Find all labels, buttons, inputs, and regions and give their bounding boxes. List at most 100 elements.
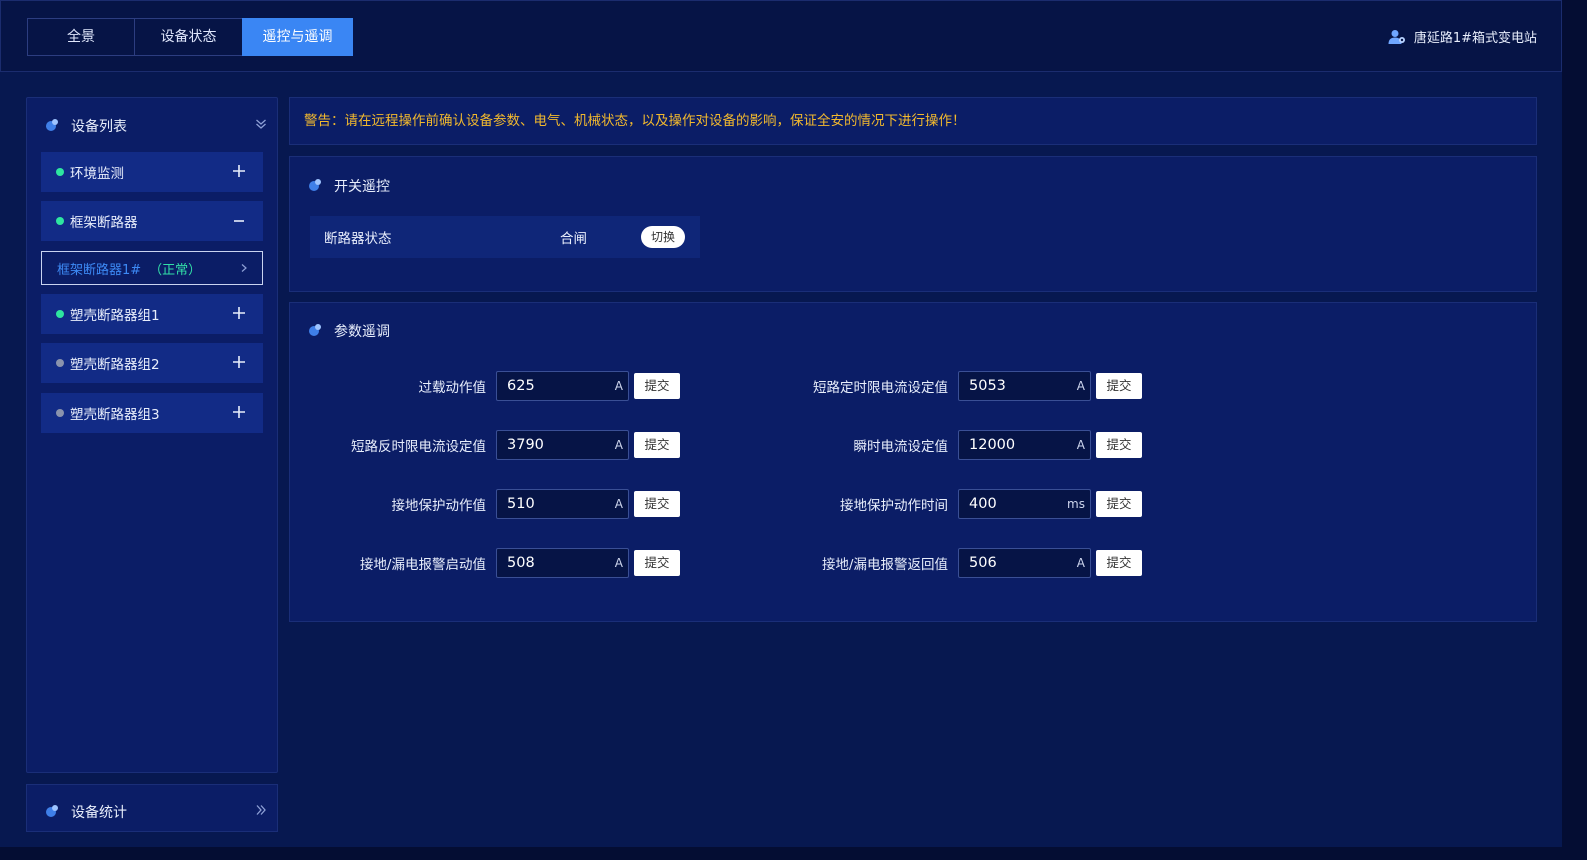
unit-label: ms	[1067, 497, 1085, 511]
sidebar-item-frame-breaker-1[interactable]: 框架断路器1# （正常）	[41, 251, 263, 285]
submit-button[interactable]: 提交	[634, 550, 680, 576]
device-list-title: 设备列表	[71, 119, 127, 135]
sidebar-group-mccb-2[interactable]: 塑壳断路器组2	[41, 343, 263, 383]
warning-banner: 警告：请在远程操作前确认设备参数、电气、机械状态，以及操作对设备的影响，保证全安…	[289, 97, 1537, 145]
device-stats-panel[interactable]: 设备统计	[26, 784, 278, 832]
param-label: 接地保护动作时间	[840, 498, 948, 514]
param-leakage-alarm-start: 接地/漏电报警启动值 A 提交	[280, 548, 680, 578]
expand-plus-icon[interactable]	[231, 404, 247, 420]
ground-pickup-input[interactable]	[497, 490, 628, 518]
chevron-right-icon	[241, 264, 247, 272]
sidebar-group-frame-breaker[interactable]: 框架断路器	[41, 201, 263, 241]
expand-plus-icon[interactable]	[231, 354, 247, 370]
group-label: 塑壳断路器组1	[70, 308, 160, 324]
status-dot	[56, 168, 64, 176]
unit-label: A	[614, 556, 623, 570]
station-name: 唐延路1#箱式变电站	[1413, 31, 1537, 46]
instant-current-input[interactable]	[959, 431, 1090, 459]
device-stats-header: 设备统计	[45, 802, 127, 822]
param-input-wrapper: A	[958, 430, 1091, 460]
panel-bullet-icon	[45, 119, 61, 133]
breaker-status-row: 断路器状态 合闸 切换	[310, 216, 700, 258]
sidebar-group-mccb-3[interactable]: 塑壳断路器组3	[41, 393, 263, 433]
window-edge-bottom	[0, 847, 1587, 860]
param-input-wrapper: A	[496, 548, 629, 578]
param-label: 接地/漏电报警返回值	[821, 557, 948, 573]
sidebar-group-env-monitor[interactable]: 环境监测	[41, 152, 263, 192]
short-definite-current-input[interactable]	[959, 372, 1090, 400]
param-short-definite-current: 短路定时限电流设定值 A 提交	[752, 371, 1142, 401]
top-header: 全景 设备状态 遥控与遥调 唐延路1#箱式变电站	[0, 0, 1562, 72]
group-label: 框架断路器	[70, 215, 138, 231]
status-dot	[56, 359, 64, 367]
group-label: 塑壳断路器组2	[70, 357, 160, 373]
panel-bullet-icon	[308, 179, 324, 193]
group-label: 环境监测	[70, 166, 124, 182]
submit-button[interactable]: 提交	[634, 491, 680, 517]
collapse-minus-icon[interactable]	[231, 212, 247, 228]
submit-button[interactable]: 提交	[1096, 373, 1142, 399]
param-label: 瞬时电流设定值	[853, 439, 949, 455]
param-input-wrapper: A	[958, 371, 1091, 401]
param-overload-pickup: 过载动作值 A 提交	[280, 371, 680, 401]
submit-button[interactable]: 提交	[634, 373, 680, 399]
device-list-header: 设备列表	[45, 116, 127, 136]
expand-chevron-icon[interactable]	[255, 804, 267, 816]
param-label: 过载动作值	[418, 380, 487, 396]
param-ground-pickup: 接地保护动作值 A 提交	[280, 489, 680, 519]
tab-device-status[interactable]: 设备状态	[134, 18, 243, 56]
param-input-wrapper: A	[496, 371, 629, 401]
param-input-wrapper: A	[496, 430, 629, 460]
device-name: 框架断路器1#	[57, 262, 142, 278]
param-leakage-alarm-return: 接地/漏电报警返回值 A 提交	[752, 548, 1142, 578]
param-adjust-header: 参数遥调	[308, 321, 390, 341]
submit-button[interactable]: 提交	[1096, 432, 1142, 458]
param-label: 接地/漏电报警启动值	[359, 557, 486, 573]
unit-label: A	[1076, 556, 1085, 570]
switch-control-panel: 开关遥控 断路器状态 合闸 切换	[289, 156, 1537, 292]
param-short-inverse-current: 短路反时限电流设定值 A 提交	[280, 430, 680, 460]
main-tabs: 全景 设备状态 遥控与遥调	[27, 18, 353, 56]
panel-bullet-icon	[45, 805, 61, 819]
unit-label: A	[1076, 438, 1085, 452]
breaker-status-label: 断路器状态	[324, 231, 392, 247]
submit-button[interactable]: 提交	[1096, 550, 1142, 576]
collapse-chevron-icon[interactable]	[255, 118, 267, 130]
switch-control-header: 开关遥控	[308, 176, 390, 196]
unit-label: A	[614, 379, 623, 393]
device-list-panel: 设备列表 环境监测 框架断路器 框架断路器1# （正常） 塑壳断路器组1 塑壳断…	[26, 97, 278, 773]
breaker-status-value: 合闸	[560, 231, 587, 247]
param-input-wrapper: ms	[958, 489, 1091, 519]
tab-remote-control[interactable]: 遥控与遥调	[242, 18, 353, 56]
window-edge	[1562, 0, 1587, 860]
leakage-alarm-return-input[interactable]	[959, 549, 1090, 577]
expand-plus-icon[interactable]	[231, 163, 247, 179]
device-stats-title: 设备统计	[71, 805, 127, 821]
switch-control-title: 开关遥控	[334, 179, 390, 195]
station-info[interactable]: 唐延路1#箱式变电站	[1388, 27, 1537, 46]
toggle-breaker-button[interactable]: 切换	[641, 226, 685, 248]
param-input-wrapper: A	[496, 489, 629, 519]
tab-overview[interactable]: 全景	[27, 18, 135, 56]
sidebar-group-mccb-1[interactable]: 塑壳断路器组1	[41, 294, 263, 334]
status-dot	[56, 217, 64, 225]
param-adjust-title: 参数遥调	[334, 324, 390, 340]
expand-plus-icon[interactable]	[231, 305, 247, 321]
status-dot	[56, 409, 64, 417]
param-label: 接地保护动作值	[391, 498, 487, 514]
group-label: 塑壳断路器组3	[70, 407, 160, 423]
unit-label: A	[614, 438, 623, 452]
device-status: （正常）	[149, 262, 202, 278]
param-label: 短路定时限电流设定值	[813, 380, 948, 396]
param-input-wrapper: A	[958, 548, 1091, 578]
param-label: 短路反时限电流设定值	[351, 439, 486, 455]
overload-pickup-input[interactable]	[497, 372, 628, 400]
unit-label: A	[1076, 379, 1085, 393]
short-inverse-current-input[interactable]	[497, 431, 628, 459]
submit-button[interactable]: 提交	[634, 432, 680, 458]
panel-bullet-icon	[308, 324, 324, 338]
leakage-alarm-start-input[interactable]	[497, 549, 628, 577]
param-ground-time: 接地保护动作时间 ms 提交	[752, 489, 1142, 519]
user-location-icon	[1388, 29, 1405, 44]
submit-button[interactable]: 提交	[1096, 491, 1142, 517]
